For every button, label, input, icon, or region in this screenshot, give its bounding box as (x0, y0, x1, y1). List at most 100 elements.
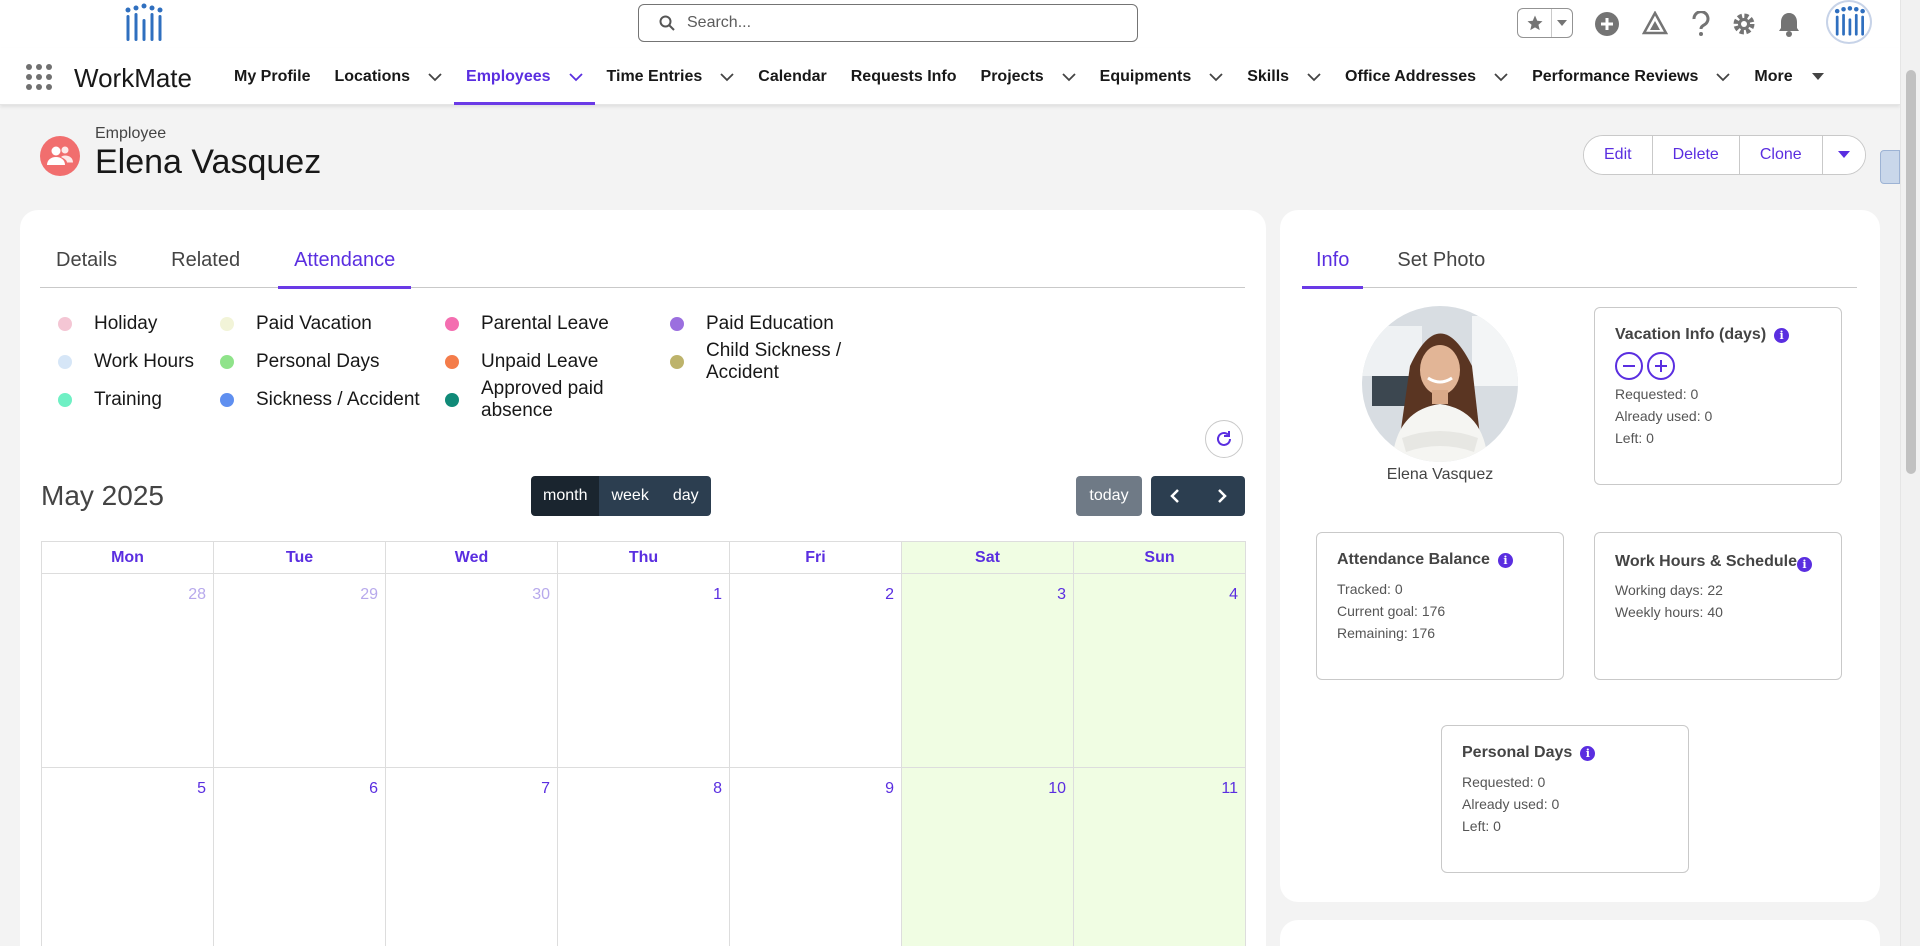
calendar-day-cell[interactable]: 5 (42, 768, 214, 946)
today-button[interactable]: today (1076, 476, 1142, 516)
tab-set-photo[interactable]: Set Photo (1383, 232, 1499, 288)
nav-item-label: Requests Info (850, 67, 957, 85)
decrease-vacation-button[interactable] (1615, 352, 1643, 380)
day-view-button[interactable]: day (660, 476, 711, 516)
week-view-button[interactable]: week (599, 476, 661, 516)
tab-info[interactable]: Info (1302, 232, 1364, 289)
nav-item-calendar[interactable]: Calendar (746, 48, 838, 105)
increase-vacation-button[interactable] (1647, 352, 1675, 380)
calendar-day-cell[interactable]: 7 (386, 768, 558, 946)
calendar-day-cell[interactable]: 6 (214, 768, 386, 946)
calendar-day-cell[interactable]: 28 (42, 574, 214, 768)
calendar-day-cell[interactable]: 11 (1074, 768, 1246, 946)
attendance-goal: Current goal: 176 (1337, 603, 1446, 619)
favorites-button[interactable] (1517, 8, 1573, 38)
chevron-down-icon[interactable] (1811, 72, 1825, 82)
calendar-day-cell[interactable]: 2 (730, 574, 902, 768)
info-icon[interactable]: i (1796, 557, 1812, 572)
company-logo[interactable] (122, 2, 168, 46)
nav-item-more[interactable]: More (1742, 48, 1836, 105)
info-tabs: Info Set Photo (1302, 232, 1857, 289)
delete-button[interactable]: Delete (1652, 136, 1740, 174)
nav-item-office-addresses[interactable]: Office Addresses (1333, 48, 1520, 105)
nav-item-employees[interactable]: Employees (454, 48, 596, 105)
legend-color-dot (670, 317, 684, 331)
legend-item: Work Hours (58, 348, 220, 376)
weekday-thu: Thu (558, 542, 730, 574)
record-title: Elena Vasquez (95, 143, 322, 181)
record-tabs: Details Related Attendance (40, 232, 1245, 289)
chevron-down-icon[interactable] (1494, 72, 1508, 82)
page-scrollbar[interactable] (1900, 0, 1920, 946)
vacation-info-title: Vacation Info (days) (1615, 326, 1767, 343)
weekday-tue: Tue (214, 542, 386, 574)
nav-item-skills[interactable]: Skills (1235, 48, 1333, 105)
more-actions-button[interactable] (1822, 136, 1865, 174)
personal-days-title: Personal Days (1462, 744, 1573, 761)
user-avatar[interactable] (1826, 0, 1872, 44)
calendar-title: May 2025 (41, 480, 164, 511)
global-search-input[interactable]: Search... (638, 4, 1138, 42)
utility-panel-toggle[interactable] (1880, 150, 1900, 184)
chevron-down-icon[interactable] (1209, 72, 1223, 82)
trailhead-icon[interactable] (1642, 11, 1668, 37)
calendar-day-cell[interactable]: 1 (558, 574, 730, 768)
calendar-day-cell[interactable]: 8 (558, 768, 730, 946)
tab-attendance[interactable]: Attendance (278, 232, 412, 289)
chevron-down-icon[interactable] (1062, 72, 1076, 82)
app-launcher-icon[interactable] (26, 64, 52, 90)
favorites-dropdown-icon[interactable] (1552, 19, 1572, 27)
favorites-star-icon[interactable] (1518, 9, 1552, 37)
nav-item-equipments[interactable]: Equipments (1088, 48, 1236, 105)
calendar-day-cell[interactable]: 30 (386, 574, 558, 768)
nav-item-locations[interactable]: Locations (322, 48, 454, 105)
calendar-day-cell[interactable]: 9 (730, 768, 902, 946)
working-days: Working days: 22 (1615, 582, 1723, 598)
prev-month-button[interactable] (1151, 476, 1198, 516)
next-month-button[interactable] (1198, 476, 1245, 516)
search-placeholder: Search... (687, 14, 752, 31)
employee-record-icon (40, 136, 80, 176)
scrollbar-thumb[interactable] (1906, 70, 1916, 474)
month-view-button[interactable]: month (531, 476, 600, 516)
refresh-button[interactable] (1205, 420, 1243, 458)
help-icon[interactable] (1688, 11, 1714, 37)
nav-item-my-profile[interactable]: My Profile (222, 48, 322, 105)
tab-details[interactable]: Details (40, 232, 133, 288)
info-icon[interactable]: i (1580, 745, 1596, 761)
chevron-down-icon[interactable] (568, 72, 583, 82)
vacation-requested: Requested: 0 (1615, 386, 1699, 402)
personal-left: Left: 0 (1462, 818, 1501, 834)
add-icon[interactable] (1594, 11, 1620, 37)
legend-label: Paid Vacation (256, 313, 372, 334)
setup-gear-icon[interactable] (1731, 11, 1757, 37)
nav-item-requests-info[interactable]: Requests Info (839, 48, 969, 105)
work-hours-box: Work Hours & Schedule i Working days: 22 … (1594, 532, 1842, 680)
calendar-day-cell[interactable]: 29 (214, 574, 386, 768)
vacation-used: Already used: 0 (1615, 408, 1713, 424)
edit-button[interactable]: Edit (1584, 136, 1653, 174)
chevron-down-icon[interactable] (1716, 72, 1731, 82)
nav-item-projects[interactable]: Projects (969, 48, 1088, 105)
chevron-down-icon[interactable] (1307, 72, 1321, 82)
legend-color-dot (220, 355, 234, 369)
personal-days-box: Personal Days i Requested: 0 Already used… (1441, 725, 1689, 873)
legend-label: Work Hours (94, 351, 194, 372)
chevron-down-icon[interactable] (720, 72, 734, 82)
info-icon[interactable]: i (1774, 327, 1790, 343)
calendar-day-cell[interactable]: 4 (1074, 574, 1246, 768)
chevron-down-icon[interactable] (428, 72, 442, 82)
calendar-week-row: 28 29 30 1 2 3 4 (42, 574, 1246, 768)
calendar-day-cell[interactable]: 3 (902, 574, 1074, 768)
legend-item: Training (58, 386, 220, 414)
nav-item-time-entries[interactable]: Time Entries (595, 48, 747, 105)
notifications-bell-icon[interactable] (1776, 11, 1802, 37)
legend-item: Personal Days (220, 348, 445, 376)
info-icon[interactable]: i (1497, 552, 1513, 568)
legend-color-dot (220, 393, 234, 407)
calendar-day-cell[interactable]: 10 (902, 768, 1074, 946)
refresh-icon (1217, 431, 1231, 446)
tab-related[interactable]: Related (155, 232, 256, 288)
nav-item-performance-reviews[interactable]: Performance Reviews (1520, 48, 1742, 105)
clone-button[interactable]: Clone (1739, 136, 1823, 174)
